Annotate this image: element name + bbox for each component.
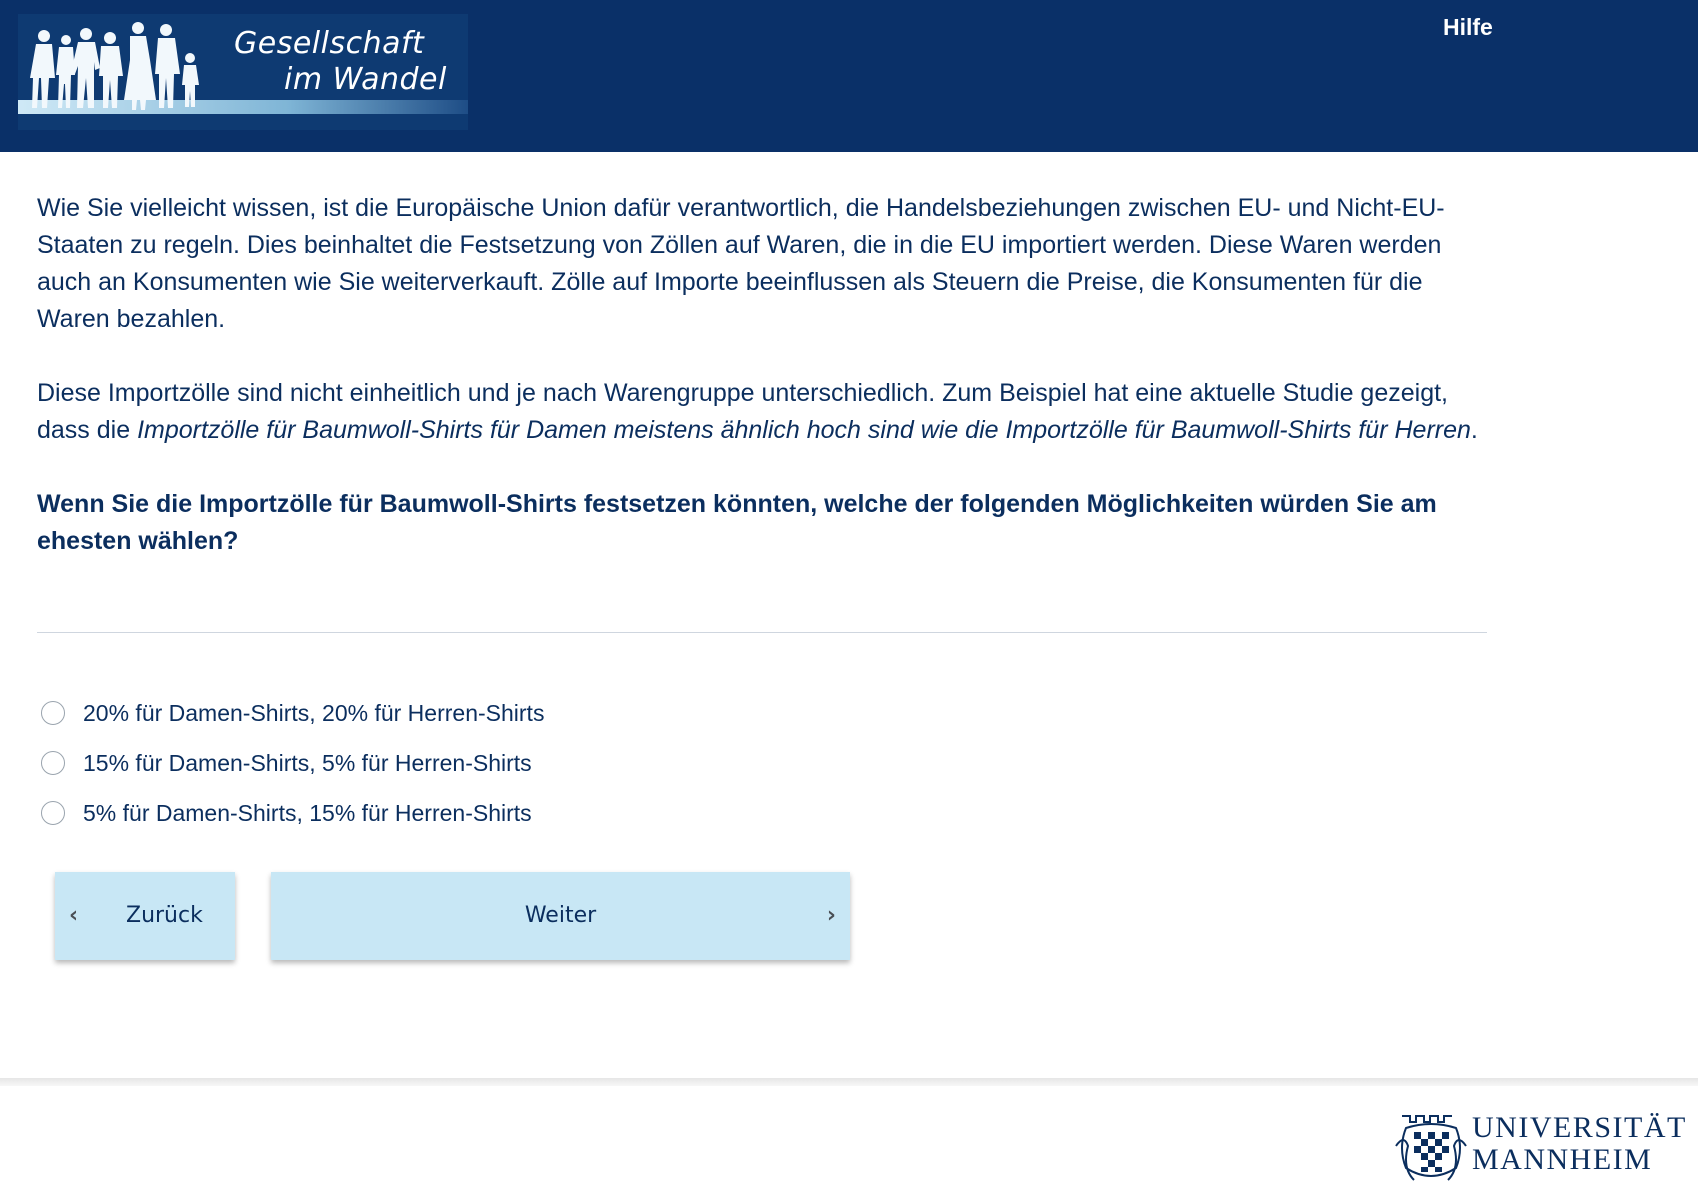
answer-options: 20% für Damen-Shirts, 20% für Herren-Shi… bbox=[41, 688, 544, 838]
answer-option-3[interactable]: 5% für Damen-Shirts, 15% für Herren-Shir… bbox=[41, 788, 544, 838]
university-crest-icon bbox=[1395, 1115, 1467, 1181]
study-paragraph-emphasis: Importzölle für Baumwoll-Shirts für Dame… bbox=[137, 416, 1471, 444]
back-button-label: Zurück bbox=[126, 903, 203, 928]
universitaet-mannheim-logo: UNIVERSITÄT MANNHEIM bbox=[1392, 1106, 1692, 1190]
option-label[interactable]: 5% für Damen-Shirts, 15% für Herren-Shir… bbox=[83, 800, 532, 827]
university-line-1: UNIVERSITÄT bbox=[1472, 1111, 1687, 1144]
logo-text: Gesellschaft im Wandel bbox=[234, 26, 447, 98]
university-line-2: MANNHEIM bbox=[1472, 1143, 1653, 1176]
chevron-right-icon: › bbox=[826, 903, 836, 928]
survey-content: Wie Sie vielleicht wissen, ist die Europ… bbox=[37, 190, 1487, 560]
study-paragraph: Diese Importzölle sind nicht einheitlich… bbox=[37, 375, 1487, 449]
footer-separator bbox=[0, 1078, 1698, 1086]
answer-option-1[interactable]: 20% für Damen-Shirts, 20% für Herren-Shi… bbox=[41, 688, 544, 738]
answer-option-2[interactable]: 15% für Damen-Shirts, 5% für Herren-Shir… bbox=[41, 738, 544, 788]
gesellschaft-im-wandel-logo: Gesellschaft im Wandel bbox=[18, 14, 468, 130]
option-label[interactable]: 15% für Damen-Shirts, 5% für Herren-Shir… bbox=[83, 750, 532, 777]
next-button-label: Weiter bbox=[524, 903, 597, 928]
option-label[interactable]: 20% für Damen-Shirts, 20% für Herren-Shi… bbox=[83, 700, 544, 727]
radio-button[interactable] bbox=[41, 751, 65, 775]
back-button[interactable]: ‹ Zurück bbox=[55, 872, 235, 960]
radio-button[interactable] bbox=[41, 701, 65, 725]
logo-line-1: Gesellschaft bbox=[234, 26, 425, 61]
question-text: Wenn Sie die Importzölle für Baumwoll-Sh… bbox=[37, 490, 1437, 555]
divider bbox=[37, 632, 1487, 633]
help-link[interactable]: Hilfe bbox=[1443, 14, 1493, 41]
radio-button[interactable] bbox=[41, 801, 65, 825]
university-name: UNIVERSITÄT MANNHEIM bbox=[1472, 1112, 1687, 1176]
intro-paragraph: Wie Sie vielleicht wissen, ist die Europ… bbox=[37, 194, 1445, 333]
header-bar: Gesellschaft im Wandel Hilfe bbox=[0, 0, 1698, 152]
logo-line-2: im Wandel bbox=[284, 62, 447, 97]
chevron-left-icon: ‹ bbox=[69, 903, 79, 928]
next-button[interactable]: Weiter › bbox=[271, 872, 850, 960]
study-paragraph-end: . bbox=[1470, 416, 1478, 444]
